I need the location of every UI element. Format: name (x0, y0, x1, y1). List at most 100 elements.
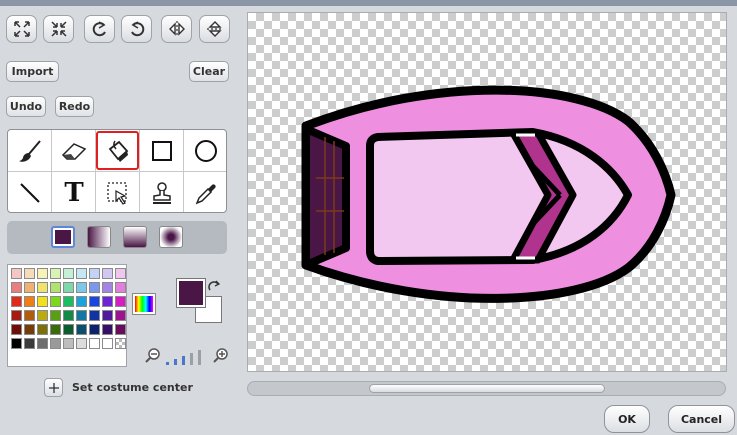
color-swatch[interactable] (89, 338, 100, 349)
rectangle-tool[interactable] (140, 130, 184, 171)
eyedropper-tool[interactable] (184, 172, 228, 213)
zoom-in-button[interactable] (213, 347, 229, 363)
rotate-right-button[interactable] (121, 15, 152, 43)
cancel-button[interactable]: Cancel (668, 405, 735, 433)
clear-button[interactable]: Clear (189, 61, 229, 82)
color-swatch[interactable] (37, 338, 48, 349)
color-swatch[interactable] (11, 324, 22, 335)
color-swatch[interactable] (115, 282, 126, 293)
color-swatch[interactable] (37, 282, 48, 293)
fill-solid-swatch (55, 230, 71, 244)
color-swatch[interactable] (63, 324, 74, 335)
color-swatch[interactable] (102, 268, 113, 279)
color-swatch[interactable] (24, 296, 35, 307)
color-swatch[interactable] (11, 310, 22, 321)
color-swatch[interactable] (37, 324, 48, 335)
color-swatch[interactable] (89, 296, 100, 307)
color-swatch[interactable] (50, 310, 61, 321)
color-swatch[interactable] (63, 296, 74, 307)
color-swatch[interactable] (24, 324, 35, 335)
zoom-bar-1 (166, 362, 169, 365)
paint-canvas[interactable] (247, 12, 727, 372)
color-swatch[interactable] (115, 338, 126, 349)
color-swatch[interactable] (11, 338, 22, 349)
color-swatch[interactable] (11, 282, 22, 293)
color-swatch[interactable] (24, 310, 35, 321)
rotate-left-button[interactable] (84, 15, 115, 43)
scrollbar-thumb[interactable] (369, 384, 605, 393)
import-button[interactable]: Import (6, 61, 59, 82)
zoom-bar-5 (198, 350, 201, 365)
color-swatch[interactable] (50, 268, 61, 279)
color-swatch[interactable] (76, 324, 87, 335)
color-swatch[interactable] (115, 324, 126, 335)
color-swatch[interactable] (50, 296, 61, 307)
color-swatch[interactable] (76, 296, 87, 307)
color-swatch[interactable] (50, 282, 61, 293)
color-swatch[interactable] (102, 338, 113, 349)
paintbrush-icon (19, 139, 41, 162)
ellipse-icon (195, 139, 217, 162)
rainbow-icon (135, 296, 153, 312)
color-swatch[interactable] (24, 282, 35, 293)
undo-button[interactable]: Undo (6, 96, 46, 117)
foreground-color-swatch[interactable] (176, 278, 206, 308)
color-swatch[interactable] (76, 282, 87, 293)
swap-colors-button[interactable] (207, 279, 221, 293)
rotate-left-icon (92, 21, 106, 37)
fill-vertical-gradient-option[interactable] (123, 226, 147, 248)
color-picker-button[interactable] (132, 293, 156, 315)
color-swatch[interactable] (89, 282, 100, 293)
color-swatch[interactable] (89, 268, 100, 279)
color-swatch[interactable] (115, 268, 126, 279)
set-costume-center-button[interactable] (44, 378, 63, 397)
color-swatch[interactable] (37, 310, 48, 321)
paintbrush-tool[interactable] (8, 130, 52, 171)
color-swatch[interactable] (115, 296, 126, 307)
color-swatch[interactable] (63, 310, 74, 321)
color-swatch[interactable] (11, 268, 22, 279)
color-swatch[interactable] (37, 268, 48, 279)
select-tool[interactable] (96, 172, 140, 213)
redo-button[interactable]: Redo (55, 96, 94, 117)
boat-drawing (301, 85, 676, 303)
shrink-button[interactable] (43, 15, 74, 43)
color-swatch[interactable] (76, 268, 87, 279)
color-swatch[interactable] (11, 296, 22, 307)
zoom-out-icon (145, 348, 160, 363)
color-swatch[interactable] (102, 324, 113, 335)
color-swatch[interactable] (89, 310, 100, 321)
color-swatch[interactable] (102, 296, 113, 307)
color-swatch[interactable] (24, 338, 35, 349)
zoom-level-indicator[interactable] (164, 347, 208, 365)
color-swatch[interactable] (63, 268, 74, 279)
zoom-out-button[interactable] (145, 347, 161, 363)
color-swatch[interactable] (102, 282, 113, 293)
eraser-tool[interactable] (52, 130, 96, 171)
color-swatch[interactable] (50, 338, 61, 349)
color-swatch[interactable] (76, 338, 87, 349)
color-swatch[interactable] (37, 296, 48, 307)
color-swatch[interactable] (102, 310, 113, 321)
color-swatch[interactable] (115, 310, 126, 321)
stamp-tool[interactable] (140, 172, 184, 213)
grow-button[interactable] (6, 15, 37, 43)
fill-bucket-tool[interactable] (96, 131, 139, 170)
flip-vertical-button[interactable] (199, 15, 230, 43)
ellipse-tool[interactable] (184, 130, 228, 171)
color-swatch[interactable] (89, 324, 100, 335)
color-swatch[interactable] (63, 282, 74, 293)
text-tool[interactable]: T (52, 172, 96, 213)
fill-solid-option[interactable] (51, 226, 75, 248)
color-swatch[interactable] (76, 310, 87, 321)
paint-tools-panel: T (7, 129, 227, 213)
line-tool[interactable] (8, 172, 52, 213)
canvas-horizontal-scrollbar[interactable] (247, 381, 726, 396)
ok-button[interactable]: OK (604, 405, 650, 433)
color-swatch[interactable] (63, 338, 74, 349)
fill-radial-gradient-option[interactable] (159, 226, 183, 248)
flip-horizontal-button[interactable] (161, 15, 192, 43)
fill-horizontal-gradient-option[interactable] (87, 226, 111, 248)
color-swatch[interactable] (50, 324, 61, 335)
color-swatch[interactable] (24, 268, 35, 279)
